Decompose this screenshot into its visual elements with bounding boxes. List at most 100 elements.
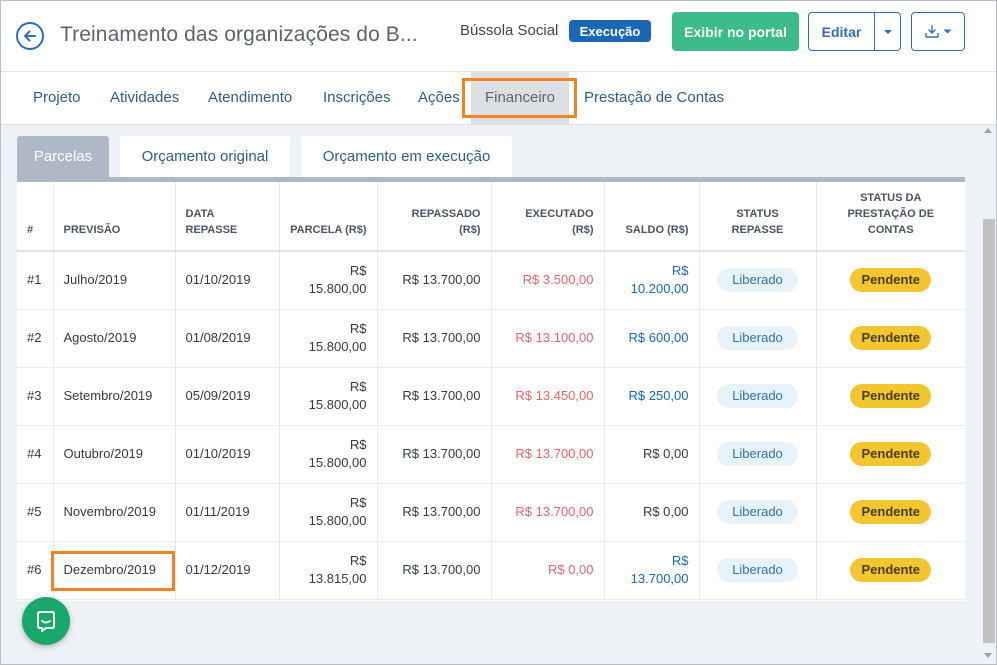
previsao-cell-value: Outubro/2019	[63, 446, 144, 461]
saldo-cell-value: R$ 13.700,00	[630, 553, 689, 586]
status-prestacao-badge: Pendente	[850, 384, 932, 408]
show-in-portal-button[interactable]: Exibir no portal	[672, 12, 799, 51]
table-row: #3 Setembro/2019 05/09/2019 R$ 15.800,00 R$ …	[17, 367, 965, 426]
table-header-row: # PREVISÃO DATA REPASSE PARCELA (R$) REP…	[17, 182, 965, 252]
row-number: #2	[17, 309, 54, 368]
row-number: #5	[17, 483, 54, 542]
data-repasse-cell-value: 01/11/2019	[185, 504, 250, 519]
column-header-parcela: PARCELA (R$)	[279, 182, 378, 252]
column-header-status-prestacao: STATUS DA PRESTAÇÃO DE CONTAS	[816, 182, 965, 252]
saldo-cell: R$ 600,00	[604, 309, 700, 368]
data-repasse-cell: 01/10/2019	[175, 425, 280, 484]
edit-dropdown-toggle[interactable]	[875, 13, 900, 50]
previsao-cell: Novembro/2019	[53, 483, 176, 542]
repassado-cell: R$ 13.700,00	[377, 251, 492, 310]
saldo-cell: R$ 0,00	[604, 483, 700, 542]
row-number: #1	[17, 251, 54, 310]
nav-tab-projeto[interactable]: Projeto	[33, 72, 81, 125]
column-header-previsao: PREVISÃO	[53, 182, 176, 252]
column-header-saldo: SALDO (R$)	[604, 182, 700, 252]
row-number-value: #6	[27, 562, 42, 577]
status-prestacao-cell: Pendente	[816, 251, 965, 310]
export-icon	[925, 24, 939, 38]
previsao-cell: Dezembro/2019	[53, 541, 176, 600]
chat-icon	[37, 611, 55, 632]
column-header-repassado: REPASSADO (R$)	[377, 182, 492, 252]
subtab-orcamento-original[interactable]: Orçamento original	[120, 136, 290, 177]
row-number-value: #2	[27, 330, 42, 345]
status-repasse-cell: Liberado	[699, 541, 817, 600]
repassado-cell: R$ 13.700,00	[377, 367, 492, 426]
table-row: #4 Outubro/2019 01/10/2019 R$ 15.800,00 R$ 1…	[17, 425, 965, 484]
edit-button[interactable]: Editar	[809, 13, 875, 50]
parcela-cell: R$ 15.800,00	[279, 251, 378, 310]
page-header: Treinamento das organizações do B... Bús…	[1, 1, 996, 72]
scrollbar-thumb[interactable]	[983, 219, 995, 643]
section-nav: Projeto Atividades Atendimento Inscriçõe…	[1, 72, 996, 125]
data-repasse-cell-value: 05/09/2019	[185, 388, 251, 403]
executado-cell-value: R$ 13.700,00	[515, 504, 594, 519]
previsao-cell: Outubro/2019	[53, 425, 176, 484]
saldo-cell: R$ 10.200,00	[604, 251, 700, 310]
parcela-cell: R$ 15.800,00	[279, 425, 378, 484]
edit-button-group: Editar	[808, 12, 901, 51]
caret-down-icon	[943, 29, 952, 34]
status-prestacao-badge: Pendente	[850, 268, 932, 293]
installments-table: # PREVISÃO DATA REPASSE PARCELA (R$) REP…	[17, 182, 965, 600]
repassado-cell: R$ 13.700,00	[377, 483, 492, 542]
column-header-executado: EXECUTADO (R$)	[491, 182, 605, 252]
export-dropdown-button[interactable]	[911, 12, 965, 51]
subtab-parcelas[interactable]: Parcelas	[17, 136, 109, 177]
data-repasse-cell-value: 01/10/2019	[185, 272, 251, 288]
scroll-down-icon[interactable]	[984, 653, 992, 658]
subtab-orcamento-em-execucao[interactable]: Orçamento em execução	[301, 136, 512, 177]
executado-cell: R$ 13.450,00	[491, 367, 605, 426]
status-prestacao-badge: Pendente	[850, 442, 932, 466]
status-prestacao-badge: Pendente	[850, 558, 932, 582]
executado-cell: R$ 3.500,00	[491, 251, 605, 310]
page-title: Treinamento das organizações do B...	[60, 23, 418, 46]
data-repasse-cell: 01/08/2019	[175, 309, 280, 368]
saldo-cell-value: R$ 0,00	[642, 504, 689, 519]
arrow-left-icon	[24, 30, 36, 42]
chat-button[interactable]	[22, 597, 70, 645]
parcela-cell: R$ 15.800,00	[279, 309, 378, 368]
nav-tab-financeiro[interactable]: Financeiro	[471, 72, 569, 125]
row-number-value: #4	[27, 446, 42, 461]
previsao-cell-value: Dezembro/2019	[63, 562, 157, 577]
saldo-cell: R$ 250,00	[604, 367, 700, 426]
column-header-status-repasse: STATUS REPASSE	[699, 182, 817, 252]
parcela-cell-value: R$ 15.800,00	[308, 321, 367, 354]
data-repasse-cell: 05/09/2019	[175, 367, 280, 426]
status-repasse-badge: Liberado	[717, 384, 798, 408]
scroll-up-icon[interactable]	[984, 128, 992, 133]
row-number-value: #5	[27, 504, 42, 519]
row-number: #3	[17, 367, 54, 426]
nav-tab-atividades[interactable]: Atividades	[110, 72, 179, 125]
nav-tab-atendimento[interactable]: Atendimento	[208, 72, 292, 125]
previsao-cell-value: Setembro/2019	[63, 388, 153, 403]
table-row: #1 Julho/2019 01/10/2019 R$ 15.800,00 R$ 13.…	[17, 251, 965, 310]
nav-tab-prestacao-de-contas[interactable]: Prestação de Contas	[584, 72, 724, 125]
previsao-cell: Agosto/2019	[53, 309, 176, 368]
data-repasse-cell: 01/12/2019	[175, 541, 280, 600]
nav-tab-acoes[interactable]: Ações	[418, 72, 460, 125]
status-prestacao-cell: Pendente	[816, 367, 965, 426]
parcela-cell-value: R$ 13.815,00	[308, 553, 367, 586]
status-badge: Execução	[569, 20, 651, 42]
status-repasse-cell: Liberado	[699, 251, 817, 310]
nav-tab-inscricoes[interactable]: Inscrições	[323, 72, 391, 125]
executado-cell: R$ 0,00	[491, 541, 605, 600]
repassado-cell: R$ 13.700,00	[377, 425, 492, 484]
repassado-cell-value: R$ 13.700,00	[402, 504, 481, 519]
repassado-cell: R$ 13.700,00	[377, 309, 492, 368]
saldo-cell-value: R$ 0,00	[642, 446, 689, 461]
back-button[interactable]	[16, 22, 44, 50]
executado-cell-value: R$ 13.100,00	[515, 330, 594, 345]
row-number-value: #3	[27, 388, 42, 403]
repassado-cell-value: R$ 13.700,00	[402, 330, 481, 345]
data-repasse-cell-value: 01/10/2019	[185, 446, 251, 461]
parcela-cell-value: R$ 15.800,00	[308, 437, 367, 470]
parcela-cell-value: R$ 15.800,00	[308, 379, 367, 412]
status-repasse-badge: Liberado	[717, 268, 798, 293]
